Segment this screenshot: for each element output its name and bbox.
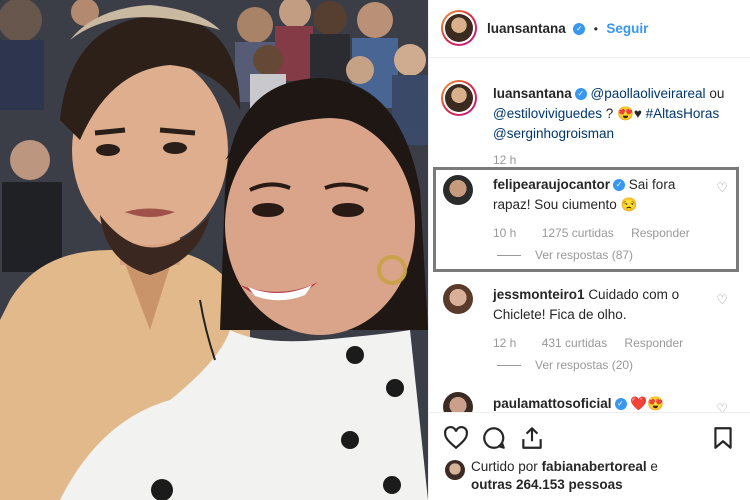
caption-avatar[interactable] [441, 80, 477, 116]
caption: luansantana ✓ @paollaoliveirareal ou @est… [493, 84, 738, 167]
post-header: luansantana ✓ • Seguir [429, 0, 750, 58]
commenter-avatar[interactable] [443, 175, 473, 205]
comment-icon[interactable] [481, 425, 507, 451]
comment-username[interactable]: jessmonteiro1 [493, 287, 585, 302]
heart-icon[interactable] [443, 425, 469, 451]
post-sidebar: luansantana ✓ • Seguir luansantana ✓ @pao… [428, 0, 750, 500]
liked-by-suffix: e [650, 459, 658, 474]
comment-item: felipearaujocantor ✓ Sai fora rapaz! Sou … [493, 175, 723, 262]
share-icon[interactable] [519, 425, 545, 451]
mention-link[interactable]: @paollaoliveirareal [591, 86, 706, 101]
comment-likes[interactable]: 431 curtidas [542, 336, 607, 350]
liked-by-others[interactable]: outras 264.153 pessoas [471, 477, 623, 492]
comment-likes[interactable]: 1275 curtidas [542, 226, 614, 240]
comment-text: rapaz! Sou ciumento 😒 [493, 197, 638, 212]
comment-like-heart-icon[interactable]: ♡ [716, 292, 728, 308]
comment-text: Sai fora [628, 177, 676, 192]
photo-illustration [0, 0, 428, 500]
view-replies-link[interactable]: Ver respostas (20) [497, 358, 723, 372]
verified-badge-icon: ✓ [574, 88, 587, 101]
follow-button[interactable]: Seguir [606, 21, 648, 36]
post-photo[interactable] [0, 0, 428, 500]
reply-button[interactable]: Responder [631, 226, 690, 240]
comment-timestamp[interactable]: 12 h [493, 336, 516, 350]
comment-item: jessmonteiro1 Cuidado com o Chiclete! Fi… [493, 285, 723, 372]
mention-link[interactable]: @estiloviviguedes [493, 106, 602, 121]
comment-timestamp[interactable]: 10 h [493, 226, 516, 240]
caption-username[interactable]: luansantana [493, 86, 572, 101]
caption-text: ou [709, 86, 725, 101]
liked-by-summary: Curtido por fabianabertoreal e outras 26… [471, 458, 658, 494]
separator-dot: • [593, 22, 598, 36]
commenter-avatar[interactable] [443, 284, 473, 314]
verified-badge-icon: ✓ [613, 179, 626, 192]
bookmark-icon[interactable] [710, 425, 736, 451]
comment-username[interactable]: felipearaujocantor [493, 177, 610, 192]
reply-button[interactable]: Responder [624, 336, 683, 350]
author-username[interactable]: luansantana [487, 21, 566, 36]
caption-timestamp[interactable]: 12 h [493, 153, 738, 167]
verified-badge-icon: ✓ [573, 22, 586, 35]
view-replies-link[interactable]: Ver respostas (87) [497, 248, 723, 262]
liker-avatar[interactable] [445, 460, 465, 480]
comment-item: paulamattosoficial ✓ ❤️😍 [493, 394, 723, 414]
author-avatar[interactable] [441, 10, 477, 46]
mention-link[interactable]: @serginhogroisman [493, 126, 614, 141]
caption-emojis: 😍♥ [617, 106, 642, 121]
comment-text: Chiclete! Fica de olho. [493, 307, 627, 322]
caption-text: ? [605, 106, 614, 121]
liked-by-prefix: Curtido por [471, 459, 538, 474]
comment-text: ❤️😍 [630, 396, 664, 411]
comment-like-heart-icon[interactable]: ♡ [716, 180, 728, 196]
liked-by-user[interactable]: fabianabertoreal [542, 459, 647, 474]
hashtag-link[interactable]: #AltasHoras [646, 106, 720, 121]
comment-text: Cuidado com o [588, 287, 680, 302]
verified-badge-icon: ✓ [614, 398, 627, 411]
comment-username[interactable]: paulamattosoficial [493, 396, 612, 411]
